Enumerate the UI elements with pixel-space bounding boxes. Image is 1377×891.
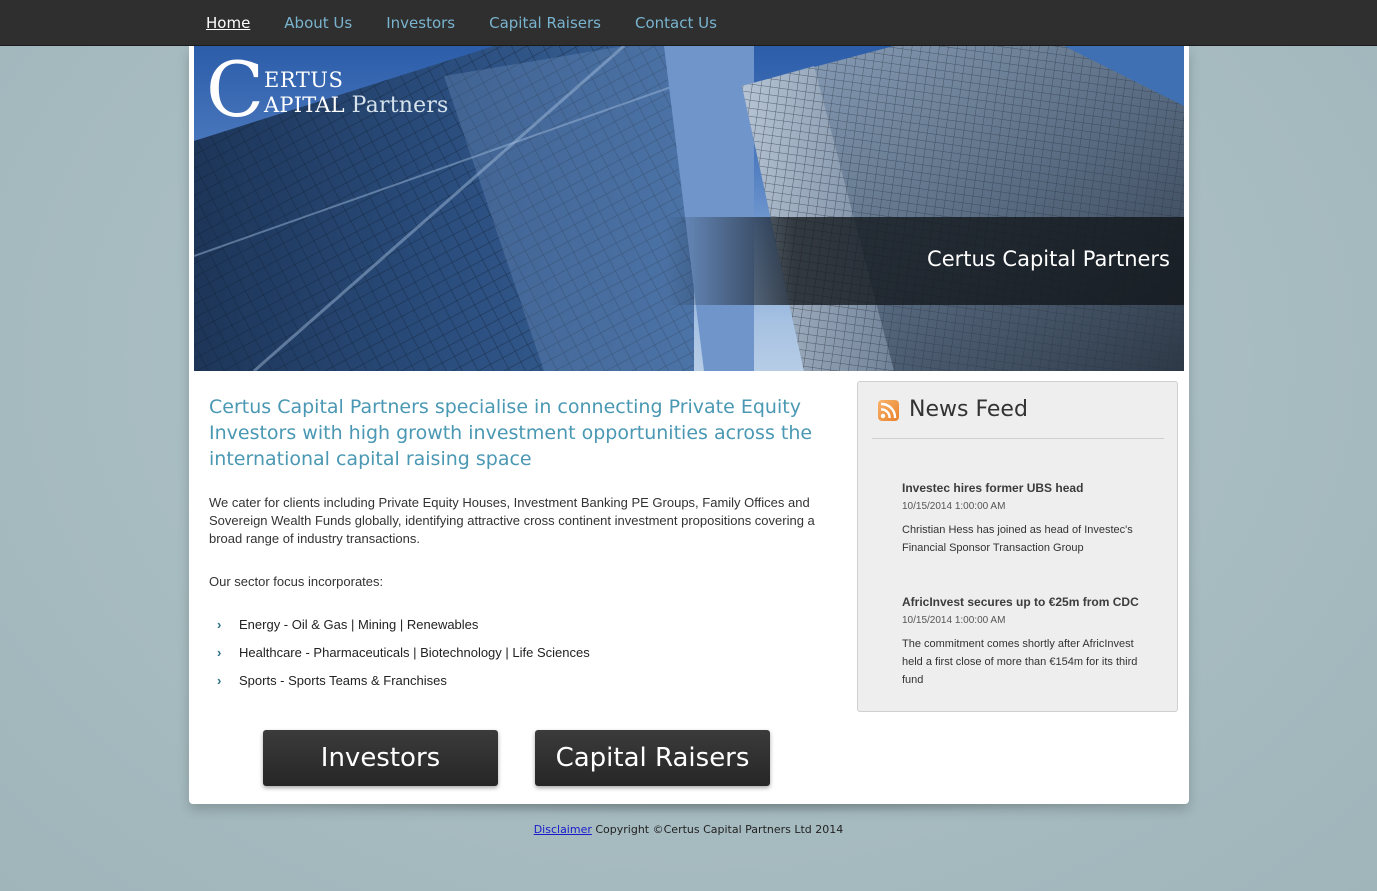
logo-word-partners: Partners xyxy=(351,93,449,118)
chevron-right-icon: › xyxy=(217,617,222,632)
rss-icon[interactable] xyxy=(878,400,899,421)
news-item[interactable]: AfricInvest secures up to €25m from CDC … xyxy=(902,593,1142,689)
nav-list: Home About Us Investors Capital Raisers … xyxy=(189,0,734,46)
logo-letter-c: C xyxy=(206,46,265,134)
sector-label: Sports - Sports Teams & Franchises xyxy=(239,673,447,688)
hero-banner: C ERTUS APITAL Partners Certus Capital P… xyxy=(194,46,1184,371)
sector-focus-label: Our sector focus incorporates: xyxy=(209,574,384,589)
top-navigation: Home About Us Investors Capital Raisers … xyxy=(0,0,1377,46)
chevron-right-icon: › xyxy=(217,645,222,660)
page-footer: Disclaimer Copyright ©Certus Capital Par… xyxy=(0,823,1377,836)
sector-label: Energy - Oil & Gas | Mining | Renewables xyxy=(239,617,479,632)
logo-word-capital: APITAL xyxy=(264,93,345,117)
sector-list: › Energy - Oil & Gas | Mining | Renewable… xyxy=(209,616,590,700)
sector-label: Healthcare - Pharmaceuticals | Biotechno… xyxy=(239,645,590,660)
news-item-title[interactable]: Investec hires former UBS head xyxy=(902,479,1142,497)
nav-contact-us[interactable]: Contact Us xyxy=(618,0,734,46)
capital-raisers-button[interactable]: Capital Raisers xyxy=(535,730,770,786)
nav-home[interactable]: Home xyxy=(189,0,267,46)
main-card: C ERTUS APITAL Partners Certus Capital P… xyxy=(189,46,1189,804)
news-item-summary: The commitment comes shortly after Afric… xyxy=(902,638,1138,686)
news-item-date: 10/15/2014 1:00:00 AM xyxy=(902,501,1006,512)
nav-about-us[interactable]: About Us xyxy=(267,0,369,46)
nav-investors[interactable]: Investors xyxy=(369,0,472,46)
logo-line-capital: APITAL Partners xyxy=(264,93,449,118)
disclaimer-link[interactable]: Disclaimer xyxy=(534,823,592,836)
logo-line-certus: ERTUS xyxy=(264,68,344,92)
hero-title: Certus Capital Partners xyxy=(927,247,1170,271)
chevron-right-icon: › xyxy=(217,673,222,688)
investors-button[interactable]: Investors xyxy=(263,730,498,786)
news-item-date: 10/15/2014 1:00:00 AM xyxy=(902,615,1006,626)
copyright-text: Copyright ©Certus Capital Partners Ltd 2… xyxy=(591,823,844,836)
sector-item: › Healthcare - Pharmaceuticals | Biotechn… xyxy=(209,644,590,672)
sector-item: › Sports - Sports Teams & Franchises xyxy=(209,672,590,700)
nav-capital-raisers[interactable]: Capital Raisers xyxy=(472,0,618,46)
news-feed-title: News Feed xyxy=(909,397,1028,422)
news-item-title[interactable]: AfricInvest secures up to €25m from CDC xyxy=(902,593,1142,611)
intro-paragraph: We cater for clients including Private E… xyxy=(209,495,815,546)
company-logo[interactable]: C ERTUS APITAL Partners xyxy=(206,52,466,128)
sector-item: › Energy - Oil & Gas | Mining | Renewable… xyxy=(209,616,590,644)
news-item-summary: Christian Hess has joined as head of Inv… xyxy=(902,524,1133,554)
hero-title-band: Certus Capital Partners xyxy=(664,217,1184,305)
news-item[interactable]: Investec hires former UBS head 10/15/201… xyxy=(902,479,1142,557)
intro-heading: Certus Capital Partners specialise in co… xyxy=(209,396,813,470)
news-feed-header: News Feed xyxy=(872,396,1164,439)
news-feed-panel: News Feed Investec hires former UBS head… xyxy=(857,381,1178,712)
